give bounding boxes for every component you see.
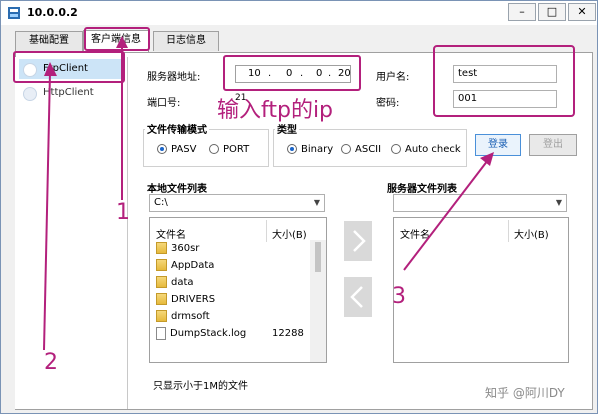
local-scrollbar[interactable] [310,240,326,362]
download-arrow-button[interactable] [344,277,372,317]
folder-icon [156,276,167,288]
annotation-ip-hint: 输入ftp的ip [217,98,334,123]
server-file-list: 文件名 大小(B) [393,217,569,363]
tab-log-info[interactable]: 日志信息 [153,31,219,51]
password-label: 密码: [376,98,400,109]
server-path-select[interactable]: ▼ [393,194,567,212]
binary-radio[interactable]: Binary [287,143,333,157]
username-input[interactable]: test [453,65,557,83]
login-button[interactable]: 登录 [475,134,521,156]
local-files-title: 本地文件列表 [147,184,207,195]
annotation-number-3: 3 [392,284,406,309]
folder-icon [156,310,167,322]
sidebar-item-label: FtpClient [43,63,88,74]
port-radio[interactable]: PORT [209,143,249,157]
radio-selected-icon [287,144,297,154]
ip-address-input[interactable]: 10 . 0 . 0 . 20 [235,65,351,83]
sidebar-item-label: HttpClient [43,87,94,98]
file-icon [156,326,166,340]
local-path-value: C:\ [154,197,168,208]
ip-octet-2: 0 [286,68,293,79]
local-file-row[interactable]: data [156,274,306,291]
close-button[interactable]: ✕ [568,3,596,21]
scroll-thumb[interactable] [315,242,321,272]
radio-selected-icon [157,144,167,154]
logout-button[interactable]: 登出 [529,134,577,156]
password-input[interactable]: 001 [453,90,557,108]
local-col-name: 文件名 [156,230,186,241]
radio-icon [391,144,401,154]
annotation-number-1: 1 [116,200,130,225]
ip-octet-3: 0 [316,68,323,79]
local-file-row[interactable]: DRIVERS [156,291,306,308]
client-type-list: FtpClient HttpClient [15,57,128,409]
chevron-down-icon: ▼ [313,198,320,207]
username-label: 用户名: [376,72,410,83]
tab-basic-config[interactable]: 基础配置 [15,31,83,51]
tab-client-info[interactable]: 客户端信息 [83,30,149,52]
client-icon [23,87,37,101]
file-name: DRIVERS [171,294,216,305]
ip-octet-1: 10 [248,68,261,79]
file-size: 12288 [272,328,304,339]
folder-icon [156,242,167,254]
folder-icon [156,259,167,271]
local-file-row[interactable]: 360sr [156,240,306,257]
app-window: 10.0.0.2 – □ ✕ 基础配置 客户端信息 日志信息 FtpClient… [0,0,598,414]
file-name: DumpStack.log [170,328,247,339]
file-name: data [171,277,194,288]
chevron-down-icon: ▼ [555,198,562,207]
minimize-button[interactable]: – [508,3,536,21]
maximize-button[interactable]: □ [538,3,566,21]
folder-icon [156,293,167,305]
server-col-name: 文件名 [400,230,430,241]
file-name: drmsoft [171,311,210,322]
window-title: 10.0.0.2 [27,6,78,19]
local-file-list: 文件名 大小(B) 360sr AppData data DRIVERS drmsoft… [149,217,327,363]
file-name: 360sr [171,243,200,254]
sidebar-item-ftpclient[interactable]: FtpClient [19,59,123,79]
ip-octet-4: 20 [338,68,351,79]
server-col-size: 大小(B) [514,230,549,241]
ascii-radio[interactable]: ASCII [341,143,381,157]
local-file-row[interactable]: DumpStack.log 12288 [156,325,306,342]
small-files-only-label[interactable]: 只显示小于1M的文件 [153,377,248,392]
file-name: AppData [171,260,215,271]
watermark: 知乎 @阿川DY [485,386,565,400]
title-bar: 10.0.0.2 – □ ✕ [1,1,597,25]
pasv-radio[interactable]: PASV [157,143,196,157]
chevron-left-icon [350,286,363,308]
server-files-title: 服务器文件列表 [387,184,457,195]
local-file-row[interactable]: AppData [156,257,306,274]
auto-check-radio[interactable]: Auto check [391,143,461,157]
port-label: 端口号: [147,98,181,109]
local-col-size: 大小(B) [272,230,307,241]
upload-arrow-button[interactable] [344,221,372,261]
chevron-right-icon [353,230,366,252]
server-address-label: 服务器地址: [147,72,201,83]
radio-icon [209,144,219,154]
client-icon [23,63,37,77]
local-file-row[interactable]: drmsoft [156,308,306,325]
local-path-select[interactable]: C:\ ▼ [149,194,325,212]
annotation-number-2: 2 [44,350,58,375]
app-icon [8,7,20,19]
sidebar-item-httpclient[interactable]: HttpClient [19,83,123,103]
transfer-mode-title: 文件传输模式 [145,121,209,136]
radio-icon [341,144,351,154]
